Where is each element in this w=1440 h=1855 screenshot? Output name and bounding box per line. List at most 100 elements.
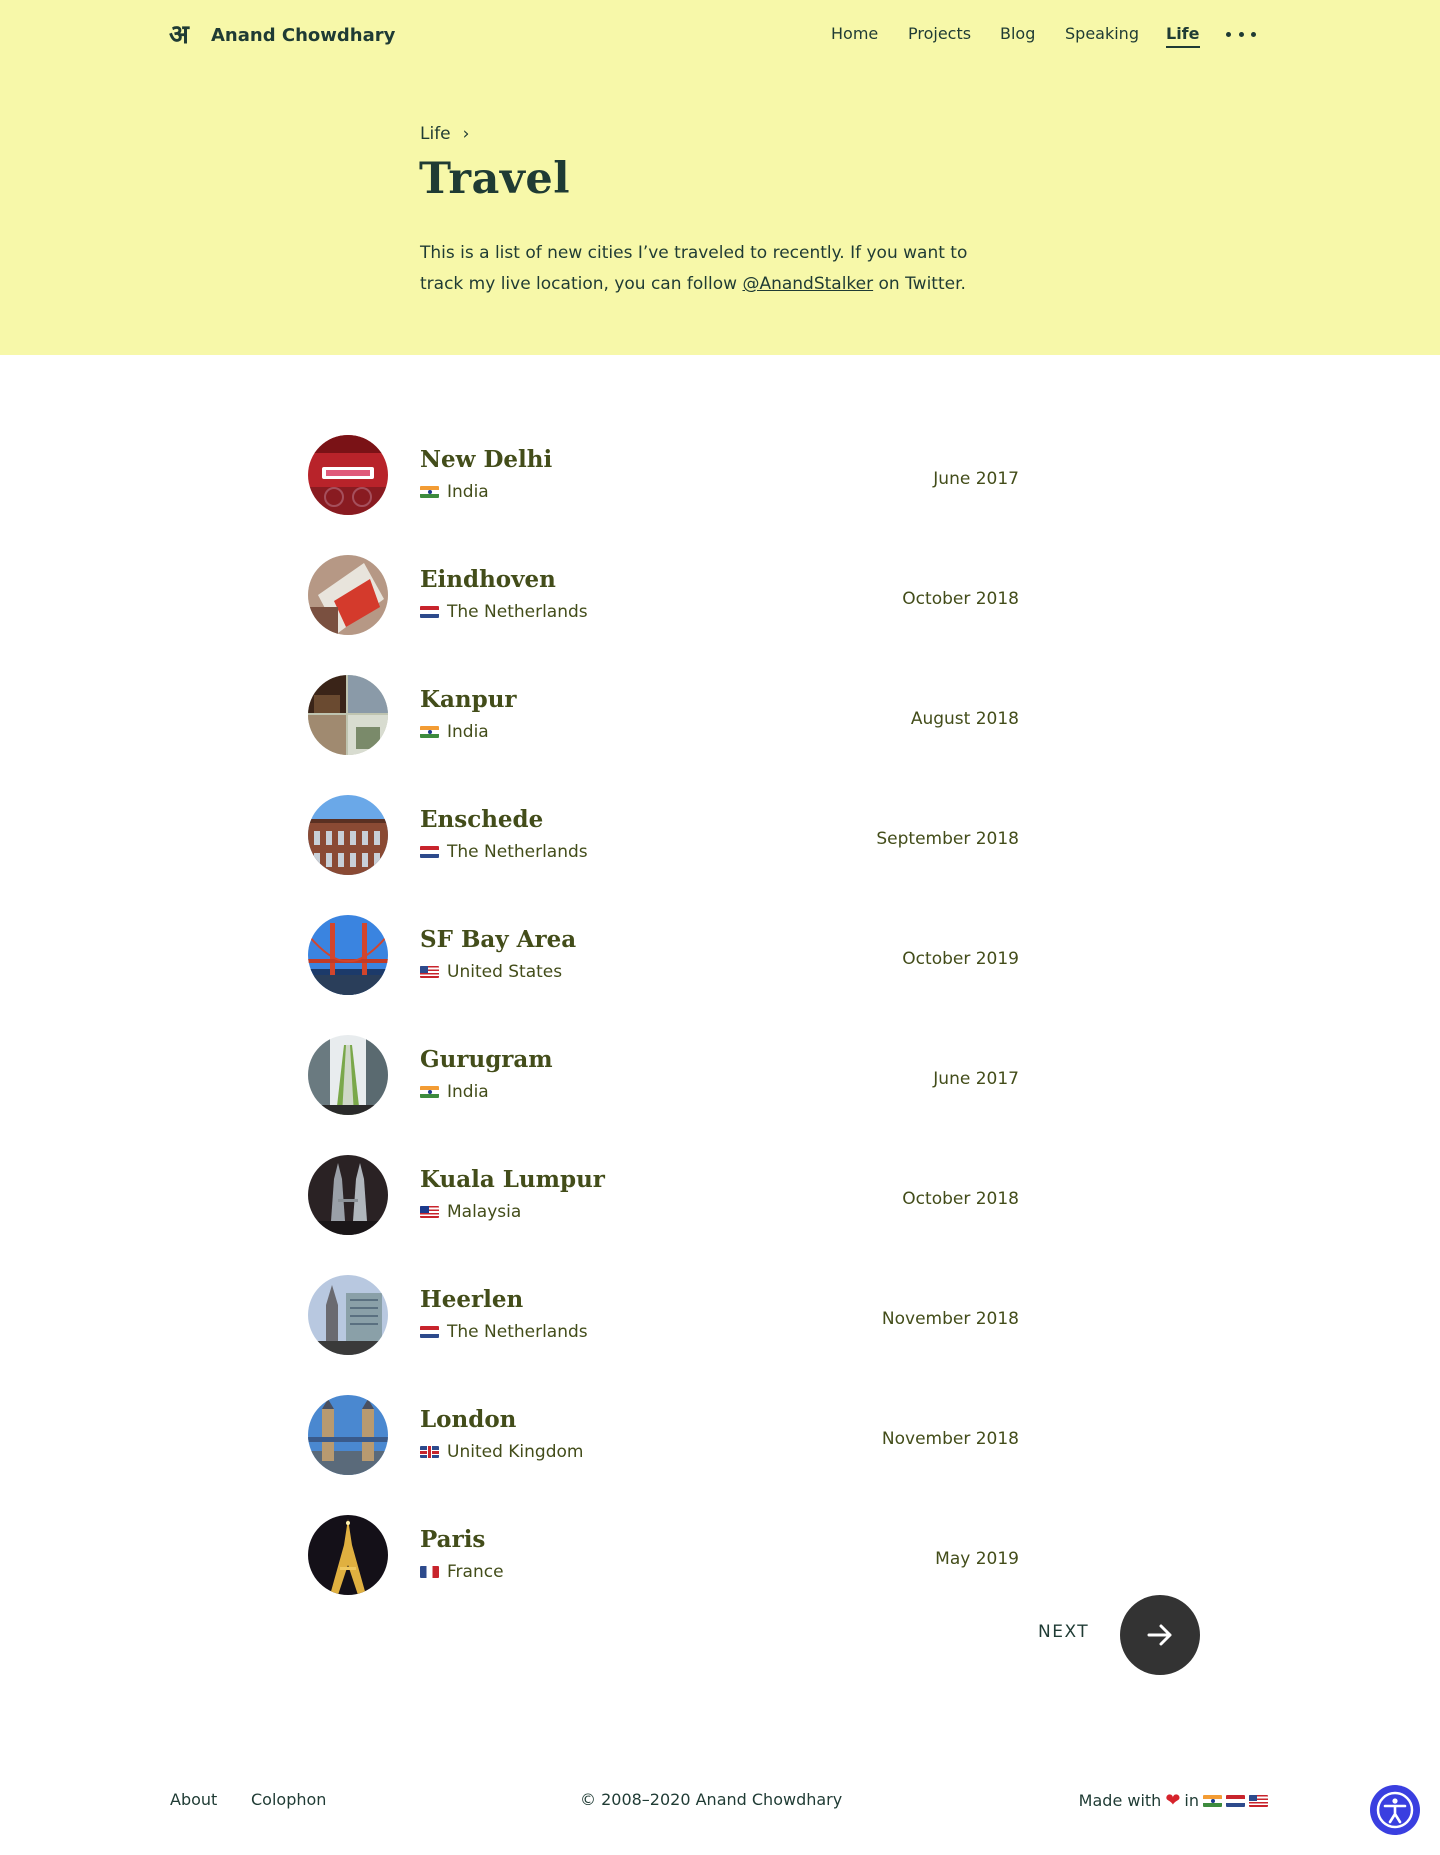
made-with-text: Made with xyxy=(1078,1791,1162,1810)
city-photo xyxy=(308,675,388,755)
footer-colophon-link[interactable]: Colophon xyxy=(251,1790,326,1809)
list-item[interactable]: Enschede The Netherlands September 2018 xyxy=(0,795,1440,875)
visit-date: May 2019 xyxy=(935,1549,1019,1569)
city-name: New Delhi xyxy=(420,446,553,473)
list-item[interactable]: Eindhoven The Netherlands October 2018 xyxy=(0,555,1440,635)
country: France xyxy=(420,1562,504,1582)
copyright: © 2008–2020 Anand Chowdhary xyxy=(580,1790,843,1809)
made-with: Made with ❤ in xyxy=(1079,1790,1268,1811)
breadcrumb-life[interactable]: Life xyxy=(420,124,451,144)
country: The Netherlands xyxy=(420,1322,588,1342)
city-photo xyxy=(308,915,388,995)
country: United Kingdom xyxy=(420,1442,583,1462)
netherlands-flag-icon xyxy=(1226,1794,1245,1807)
india-flag-icon xyxy=(420,726,439,738)
city-photo xyxy=(308,1155,388,1235)
visit-date: November 2018 xyxy=(881,1429,1019,1449)
country-name: France xyxy=(447,1562,504,1582)
city-photo xyxy=(308,1395,388,1475)
country: Malaysia xyxy=(420,1202,521,1222)
india-flag-icon xyxy=(420,1086,439,1098)
next-page-button[interactable] xyxy=(1120,1595,1200,1675)
list-item[interactable]: Kanpur India August 2018 xyxy=(0,675,1440,755)
site-footer: About Colophon © 2008–2020 Anand Chowdha… xyxy=(0,1790,1440,1820)
breadcrumb: Life › xyxy=(420,124,469,144)
country-name: The Netherlands xyxy=(447,1322,588,1342)
united-kingdom-flag-icon xyxy=(420,1446,439,1458)
city-name: Kuala Lumpur xyxy=(420,1166,605,1193)
country-name: India xyxy=(447,482,489,502)
list-item[interactable]: Heerlen The Netherlands November 2018 xyxy=(0,1275,1440,1355)
site-header: अ Anand Chowdhary Home Projects Blog Spe… xyxy=(0,0,1440,72)
india-flag-icon xyxy=(420,486,439,498)
visit-date: October 2018 xyxy=(902,1189,1019,1209)
list-item[interactable]: Paris France May 2019 xyxy=(0,1515,1440,1595)
list-item[interactable]: New Delhi India June 2017 xyxy=(0,435,1440,515)
visit-date: October 2018 xyxy=(902,589,1019,609)
united-states-flag-icon xyxy=(1249,1794,1268,1807)
page-title: Travel xyxy=(419,154,571,204)
country-name: Malaysia xyxy=(447,1202,522,1222)
made-in-text: in xyxy=(1184,1791,1199,1810)
india-flag-icon xyxy=(1203,1794,1222,1807)
country: India xyxy=(420,482,489,502)
visit-date: August 2018 xyxy=(910,709,1019,729)
nav-projects[interactable]: Projects xyxy=(908,24,971,43)
city-name: Enschede xyxy=(420,806,544,833)
visit-date: October 2019 xyxy=(902,949,1019,969)
city-name: SF Bay Area xyxy=(420,926,577,953)
main-nav: Home Projects Blog Speaking Life xyxy=(0,24,1440,54)
city-photo xyxy=(308,555,388,635)
accessibility-button[interactable] xyxy=(1370,1785,1420,1835)
netherlands-flag-icon xyxy=(420,1326,439,1338)
list-item[interactable]: London United Kingdom November 2018 xyxy=(0,1395,1440,1475)
nav-home[interactable]: Home xyxy=(831,24,878,43)
country-name: The Netherlands xyxy=(447,842,588,862)
country-name: United Kingdom xyxy=(447,1442,584,1462)
next-label[interactable]: NEXT xyxy=(1038,1622,1089,1642)
city-photo xyxy=(308,1035,388,1115)
country-name: United States xyxy=(447,962,563,982)
list-item[interactable]: Kuala Lumpur Malaysia October 2018 xyxy=(0,1155,1440,1235)
country: India xyxy=(420,1082,489,1102)
nav-blog[interactable]: Blog xyxy=(1000,24,1035,43)
intro-text-end: on Twitter. xyxy=(873,274,966,294)
city-name: London xyxy=(420,1406,517,1433)
country-name: The Netherlands xyxy=(447,602,588,622)
netherlands-flag-icon xyxy=(420,846,439,858)
netherlands-flag-icon xyxy=(420,606,439,618)
accessibility-icon xyxy=(1376,1791,1414,1829)
city-name: Kanpur xyxy=(420,686,517,713)
country-name: India xyxy=(447,1082,489,1102)
city-photo xyxy=(308,1515,388,1595)
country: The Netherlands xyxy=(420,602,588,622)
more-horizontal-icon[interactable] xyxy=(1226,32,1256,40)
visit-date: June 2017 xyxy=(933,469,1019,489)
malaysia-flag-icon xyxy=(420,1206,439,1218)
twitter-link[interactable]: @AnandStalker xyxy=(742,274,873,294)
city-name: Paris xyxy=(420,1526,486,1553)
country: India xyxy=(420,722,489,742)
country-name: India xyxy=(447,722,489,742)
heart-icon: ❤ xyxy=(1165,1790,1181,1811)
visit-date: June 2017 xyxy=(933,1069,1019,1089)
united-states-flag-icon xyxy=(420,966,439,978)
arrow-right-icon xyxy=(1147,1624,1172,1646)
city-name: Gurugram xyxy=(420,1046,553,1073)
nav-life[interactable]: Life xyxy=(1166,24,1200,48)
list-item[interactable]: SF Bay Area United States October 2019 xyxy=(0,915,1440,995)
france-flag-icon xyxy=(420,1566,439,1578)
city-photo xyxy=(308,435,388,515)
visit-date: September 2018 xyxy=(876,829,1019,849)
city-photo xyxy=(308,795,388,875)
chevron-right-icon: › xyxy=(462,124,470,144)
city-name: Eindhoven xyxy=(420,566,556,593)
city-photo xyxy=(308,1275,388,1355)
nav-speaking[interactable]: Speaking xyxy=(1065,24,1139,43)
footer-about-link[interactable]: About xyxy=(170,1790,217,1809)
city-name: Heerlen xyxy=(420,1286,524,1313)
visit-date: November 2018 xyxy=(881,1309,1019,1329)
list-item[interactable]: Gurugram India June 2017 xyxy=(0,1035,1440,1115)
country: United States xyxy=(420,962,562,982)
country: The Netherlands xyxy=(420,842,588,862)
